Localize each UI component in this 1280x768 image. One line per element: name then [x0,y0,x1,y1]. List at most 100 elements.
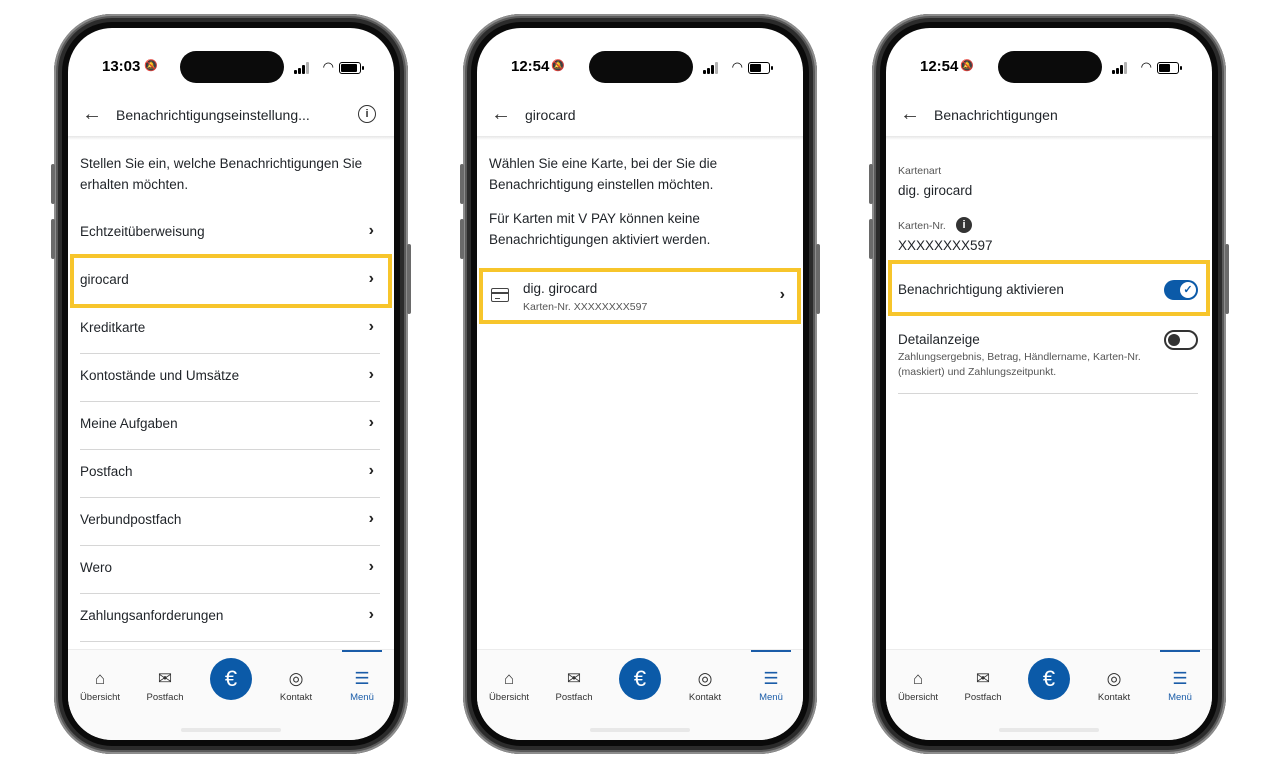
page-title: Benachrichtigungen [934,107,1058,123]
toggle-knob [1168,334,1180,346]
dynamic-island [589,51,693,83]
tab-label: Übersicht [897,692,939,703]
tab-uebersicht[interactable]: ⌂ Übersicht [888,668,948,703]
app-bar: ← girocard [477,94,803,138]
bottom-tab-bar: ⌂ Übersicht ✉ Postfach € ◎ Kontakt ☰ Men… [68,649,394,740]
tab-label: Menü [350,692,374,703]
tab-kontakt[interactable]: ◎ Kontakt [266,668,326,703]
detail-view-toggle[interactable] [1164,330,1198,350]
chevron-right-icon: › [368,462,374,479]
list-item-kontostaende[interactable]: Kontostände und Umsätze › [80,353,380,402]
status-time: 12:54 [511,58,550,75]
list-item-label: Wero [80,560,113,575]
tab-menue[interactable]: ☰ Menü [332,650,392,703]
app-bar: ← Benachrichtigungseinstellung... i [68,94,394,138]
chevron-right-icon: › [368,366,374,383]
app-bar-divider [477,136,803,140]
side-button [460,164,464,204]
chevron-right-icon: › [368,606,374,623]
side-button [816,244,820,314]
euro-action-button[interactable]: € [1028,658,1070,700]
back-arrow-icon[interactable]: ← [78,102,106,126]
tab-label: Übersicht [488,692,530,703]
list-item-postfach[interactable]: Postfach › [80,449,380,498]
status-time: 12:54 [920,58,959,75]
list-item-meine-aufgaben[interactable]: Meine Aufgaben › [80,401,380,450]
side-button [460,219,464,259]
menu-icon: ☰ [1172,669,1188,688]
mail-icon: ✉ [975,669,991,688]
intro-text: Wählen Sie eine Karte, bei der Sie die B… [489,156,718,192]
page-title: girocard [525,107,576,123]
list-item-wero[interactable]: Wero › [80,545,380,594]
info-icon[interactable]: i [358,105,376,123]
chevron-right-icon: › [368,318,374,335]
chevron-right-icon: › [368,558,374,575]
list-item-label: Verbundpostfach [80,512,182,527]
tab-label: Postfach [146,692,184,703]
tab-kontakt[interactable]: ◎ Kontakt [1084,668,1144,703]
euro-action-button[interactable]: € [210,658,252,700]
wifi-icon: ◠ [1140,59,1152,74]
side-button [869,219,873,259]
kartennr-label: Karten-Nr. [898,220,946,232]
dynamic-island [180,51,284,83]
tab-postfach[interactable]: ✉ Postfach [135,668,195,703]
kartenart-label: Kartenart [898,165,942,177]
highlight-frame [479,268,801,324]
detail-view-description: Zahlungsergebnis, Betrag, Händlername, K… [898,351,1141,378]
tab-label: Übersicht [79,692,121,703]
side-button [51,219,55,259]
screen-notification-settings: 13:03 🔕 ◠ ← Benachrichtigungseinstellung… [68,28,394,740]
tab-kontakt[interactable]: ◎ Kontakt [675,668,735,703]
silent-bell-icon: 🔕 [144,60,158,72]
home-icon: ⌂ [912,669,924,688]
signal-icon [1112,62,1128,74]
mail-icon: ✉ [157,669,173,688]
kartenart-value: dig. girocard [898,183,973,198]
wifi-icon: ◠ [322,59,334,74]
phone-2: 12:54 🔕 ◠ ← girocard Wählen Sie eine Kar… [460,14,820,754]
tab-uebersicht[interactable]: ⌂ Übersicht [70,668,130,703]
home-indicator [590,728,690,732]
status-bar: 12:54 🔕 ◠ [886,28,1212,88]
tab-label: Kontakt [688,692,722,703]
back-arrow-icon[interactable]: ← [896,102,924,126]
status-time: 13:03 [102,58,141,75]
side-button [407,244,411,314]
tab-label: Postfach [555,692,593,703]
list-item-kreditkarte[interactable]: Kreditkarte › [80,305,380,354]
tab-postfach[interactable]: ✉ Postfach [544,668,604,703]
screen-benachrichtigungen: 12:54 🔕 ◠ ← Benachrichtigungen Kartenart… [886,28,1212,740]
home-icon: ⌂ [94,669,106,688]
tab-uebersicht[interactable]: ⌂ Übersicht [479,668,539,703]
list-item-label: Kreditkarte [80,320,146,335]
headset-icon: ◎ [288,669,304,688]
tab-label: Postfach [964,692,1002,703]
headset-icon: ◎ [697,669,713,688]
headset-icon: ◎ [1106,669,1122,688]
battery-icon [1157,62,1182,74]
signal-icon [294,62,310,74]
list-item-verbundpostfach[interactable]: Verbundpostfach › [80,497,380,546]
phone-1: 13:03 🔕 ◠ ← Benachrichtigungseinstellung… [51,14,411,754]
euro-action-button[interactable]: € [619,658,661,700]
tab-postfach[interactable]: ✉ Postfach [953,668,1013,703]
menu-icon: ☰ [763,669,779,688]
menu-icon: ☰ [354,669,370,688]
app-bar-divider [886,136,1212,140]
tab-menue[interactable]: ☰ Menü [741,650,801,703]
battery-icon [748,62,773,74]
tab-label: Menü [1168,692,1192,703]
home-indicator [181,728,281,732]
mail-icon: ✉ [566,669,582,688]
silent-bell-icon: 🔕 [960,60,974,72]
status-bar: 12:54 🔕 ◠ [477,28,803,88]
info-icon[interactable]: i [956,217,972,233]
tab-menue[interactable]: ☰ Menü [1150,650,1210,703]
list-item-label: Meine Aufgaben [80,416,178,431]
list-item-echtzeitueberweisung[interactable]: Echtzeitüberweisung › [80,209,380,258]
back-arrow-icon[interactable]: ← [487,102,515,126]
app-bar-divider [68,136,394,140]
list-item-zahlungsanforderungen[interactable]: Zahlungsanforderungen › [80,593,380,642]
